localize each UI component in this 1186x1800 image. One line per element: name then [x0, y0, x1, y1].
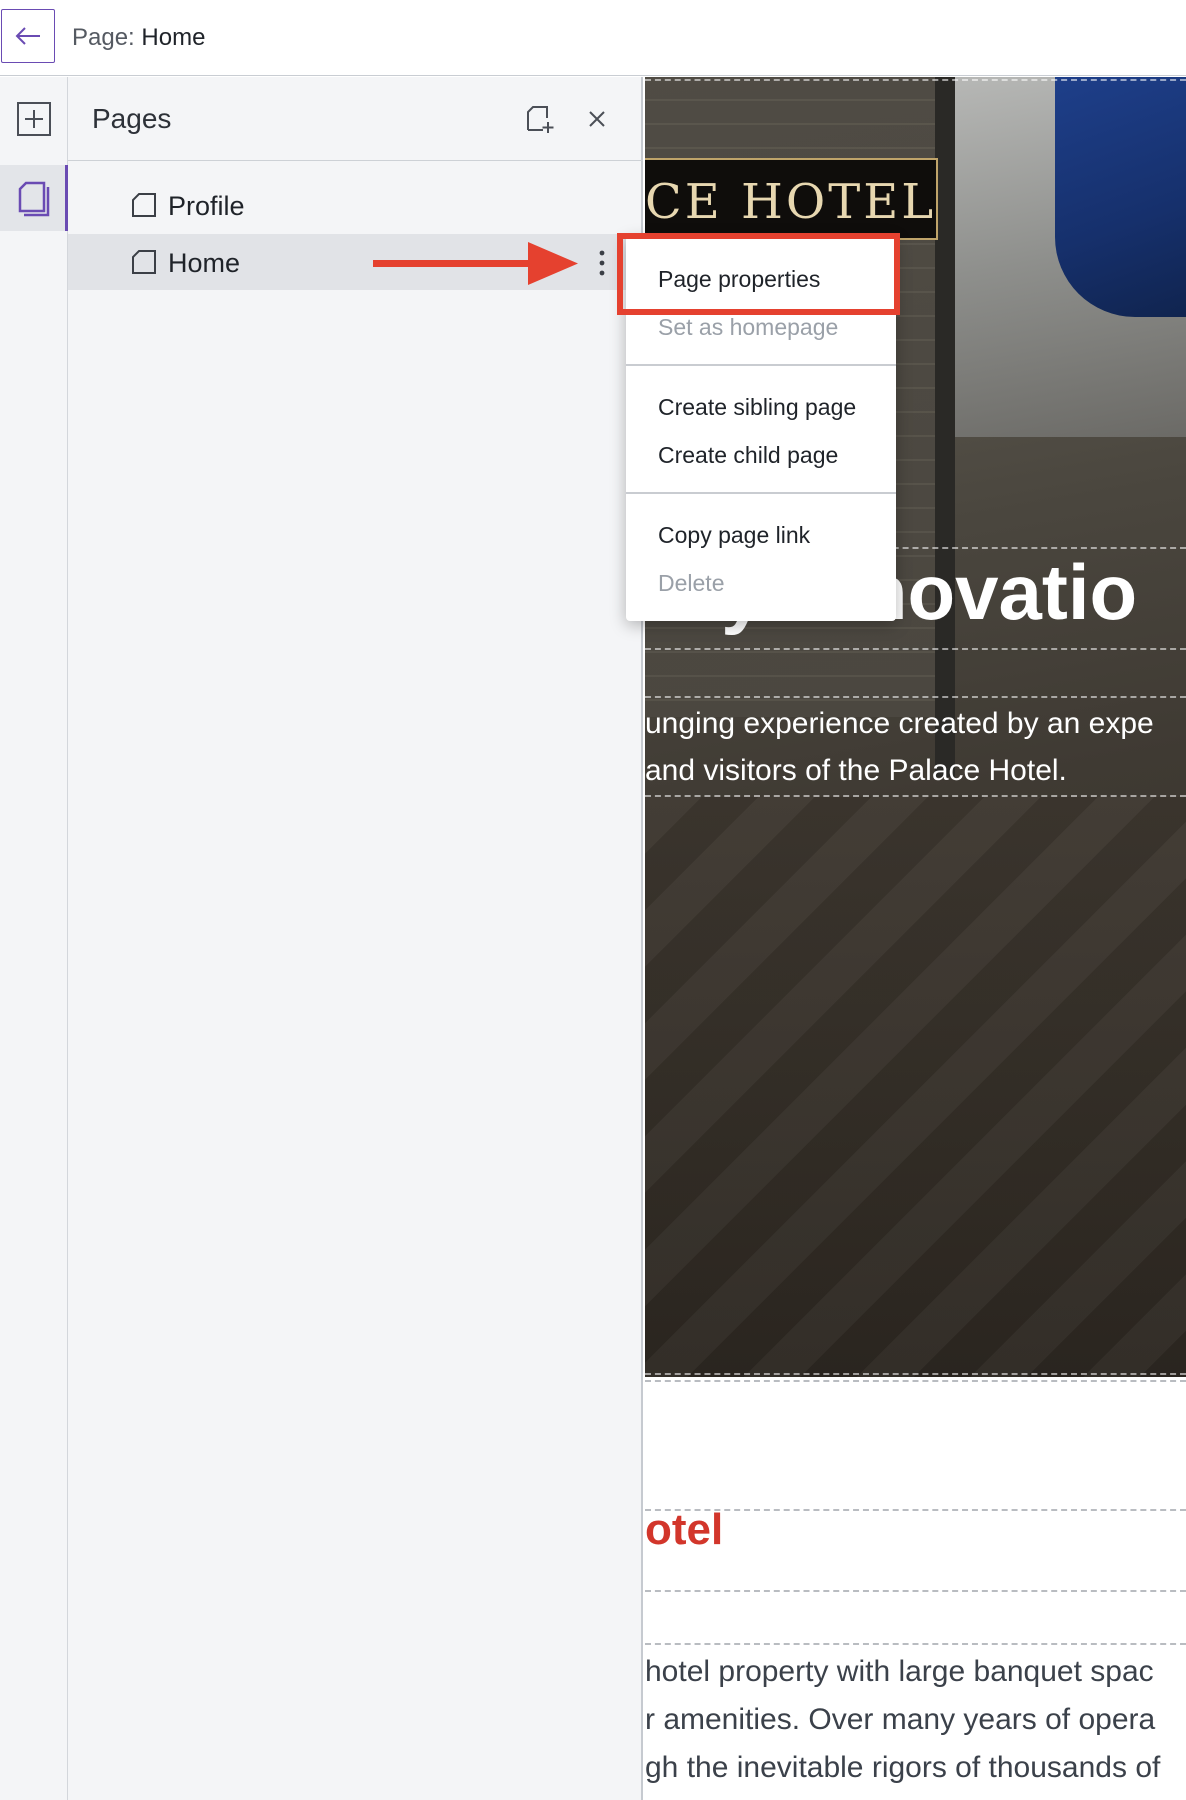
component-outline — [645, 1380, 1186, 1382]
hotel-logo-text: CE HOTEL — [645, 174, 937, 230]
component-outline — [645, 1643, 1186, 1645]
component-outline — [645, 1373, 1186, 1375]
hero-text-line[interactable]: and visitors of the Palace Hotel. — [645, 754, 1067, 788]
component-outline — [645, 795, 1186, 797]
menu-separator — [626, 364, 896, 366]
document-icon — [132, 250, 156, 274]
body-text-line[interactable]: gh the inevitable rigors of thousands of — [645, 1751, 1160, 1785]
menu-item-copy-page-link[interactable]: Copy page link — [626, 512, 896, 558]
menu-item-page-properties[interactable]: Page properties — [626, 256, 896, 302]
page-context-menu: Page properties Set as homepage Create s… — [626, 236, 896, 621]
back-button[interactable] — [1, 9, 55, 63]
close-icon — [589, 111, 605, 127]
menu-item-delete: Delete — [658, 570, 725, 596]
component-outline — [645, 648, 1186, 650]
document-icon — [132, 193, 156, 217]
pages-icon — [18, 181, 49, 217]
plus-square-icon — [17, 102, 51, 136]
rail-add-button[interactable] — [0, 86, 68, 152]
left-rail — [0, 77, 68, 1800]
body-text-line[interactable]: hotel property with large banquet spac — [645, 1655, 1154, 1689]
top-bar: Page: Home — [0, 0, 1186, 76]
page-label-prefix: Page: — [72, 24, 135, 51]
pages-panel-title: Pages — [92, 103, 172, 134]
component-outline — [645, 1509, 1186, 1511]
page-more-options-button[interactable] — [588, 246, 616, 280]
add-page-button[interactable] — [523, 102, 557, 136]
add-page-icon — [527, 106, 554, 133]
menu-item-create-sibling-page[interactable]: Create sibling page — [626, 384, 896, 430]
rail-pages-button[interactable] — [0, 165, 68, 231]
body-text-line[interactable]: r amenities. Over many years of opera — [645, 1703, 1155, 1737]
page-breadcrumb: Page: Home — [72, 24, 205, 52]
hero-floor — [645, 797, 1186, 1377]
pages-panel-header: Pages — [68, 77, 643, 161]
hero-column — [935, 77, 955, 777]
menu-item-set-as-homepage: Set as homepage — [658, 314, 839, 340]
annotation-arrow-icon — [373, 242, 578, 285]
page-tree-item-profile[interactable]: Profile — [68, 177, 643, 233]
menu-separator — [626, 492, 896, 494]
close-panel-button[interactable] — [580, 102, 614, 136]
page-tree-item-label: Home — [168, 248, 241, 278]
hotel-logo[interactable]: CE HOTEL — [645, 158, 938, 240]
pages-panel: Pages Profile Home — [68, 77, 643, 1800]
current-page-name: Home — [141, 24, 206, 51]
hero-curtain — [1055, 77, 1186, 317]
component-outline — [645, 696, 1186, 698]
arrow-left-icon — [15, 27, 40, 45]
hero-text-line[interactable]: unging experience created by an expe — [645, 707, 1154, 741]
page-tree-item-label: Profile — [168, 191, 245, 221]
menu-item-create-child-page[interactable]: Create child page — [626, 432, 896, 478]
component-outline — [645, 79, 1186, 81]
kebab-menu-icon — [599, 250, 605, 276]
component-outline — [645, 1590, 1186, 1592]
section-title[interactable]: otel — [645, 1505, 723, 1555]
